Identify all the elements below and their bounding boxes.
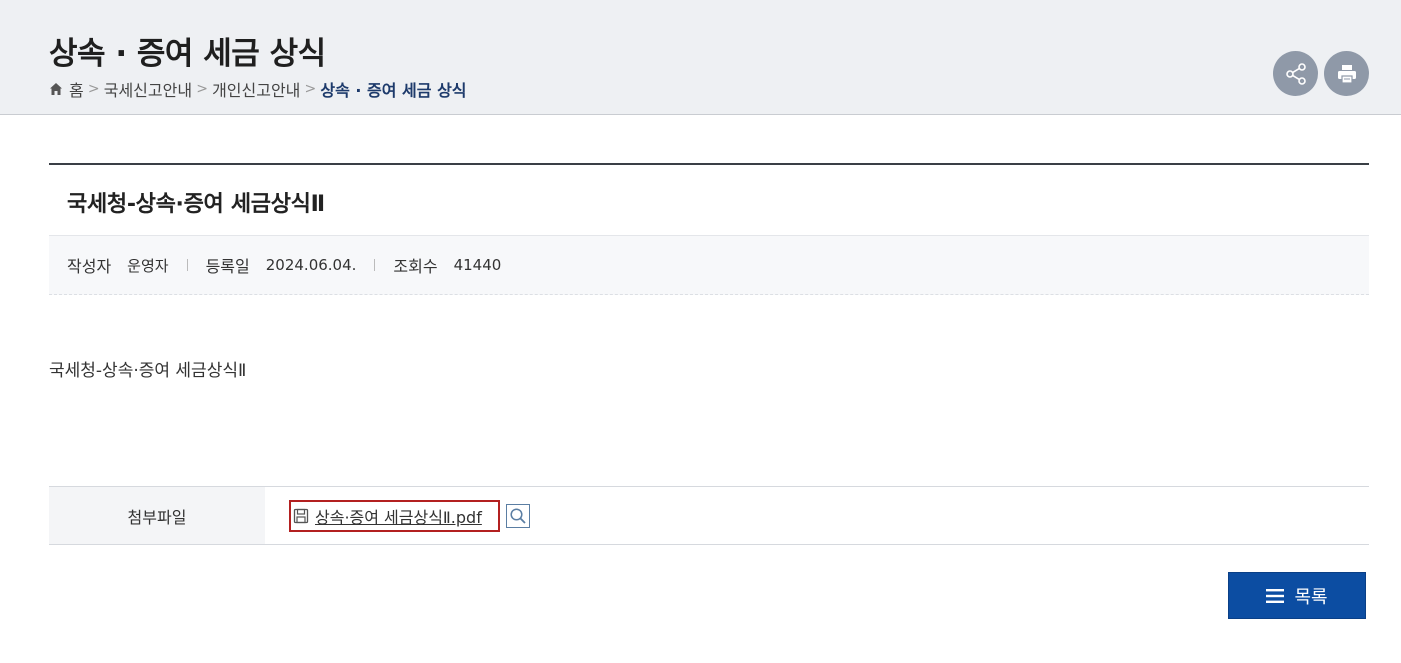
meta-separator — [374, 259, 376, 271]
floppy-disk-icon — [293, 508, 309, 524]
article-top-divider — [49, 163, 1369, 165]
print-button[interactable] — [1324, 51, 1369, 96]
attachment-file-link[interactable]: 상속·증여 세금상식Ⅱ.pdf — [289, 500, 500, 532]
page-header: 상속 · 증여 세금 상식 홈 > 국세신고안내 > 개인신고안내 > 상속 ·… — [0, 0, 1401, 115]
list-button[interactable]: 목록 — [1228, 572, 1366, 619]
share-icon — [1285, 62, 1306, 85]
author-label: 작성자 — [67, 257, 112, 276]
chevron-right-icon: > — [304, 81, 317, 97]
breadcrumb-tax-filing-guide[interactable]: 국세신고안내 — [104, 77, 192, 101]
attachment-label: 첨부파일 — [49, 487, 265, 544]
list-button-label: 목록 — [1294, 586, 1328, 608]
breadcrumb-home[interactable]: 홈 — [69, 77, 84, 101]
magnifier-icon — [510, 508, 526, 524]
breadcrumb-personal-filing-guide[interactable]: 개인신고안내 — [212, 77, 300, 101]
share-button[interactable] — [1273, 51, 1318, 96]
print-icon — [1337, 64, 1356, 84]
page-title: 상속 · 증여 세금 상식 — [49, 36, 326, 72]
attachment-file-name[interactable]: 상속·증여 세금상식Ⅱ.pdf — [315, 504, 482, 528]
date-label: 등록일 — [205, 257, 250, 276]
article-title: 국세청-상속·증여 세금상식Ⅱ — [67, 192, 325, 217]
breadcrumb-current: 상속 · 증여 세금 상식 — [320, 81, 467, 100]
article-meta: 작성자 운영자 등록일 2024.06.04. 조회수 41440 — [49, 236, 1369, 295]
date-value: 2024.06.04. — [265, 256, 357, 274]
breadcrumb: 홈 > 국세신고안내 > 개인신고안내 > 상속 · 증여 세금 상식 — [49, 78, 467, 100]
author-value: 운영자 — [127, 256, 169, 275]
home-icon[interactable] — [49, 82, 63, 96]
article-body: 국세청-상속·증여 세금상식Ⅱ — [49, 361, 247, 381]
meta-separator — [186, 259, 188, 271]
attachment-content: 상속·증여 세금상식Ⅱ.pdf — [265, 487, 1369, 544]
preview-button[interactable] — [506, 504, 530, 528]
chevron-right-icon: > — [196, 81, 208, 97]
views-value: 41440 — [453, 256, 502, 274]
chevron-right-icon: > — [87, 81, 100, 97]
attachment-row: 첨부파일 상속·증여 세금상식Ⅱ.pdf — [49, 486, 1369, 545]
menu-icon — [1266, 588, 1285, 603]
views-label: 조회수 — [393, 257, 438, 276]
